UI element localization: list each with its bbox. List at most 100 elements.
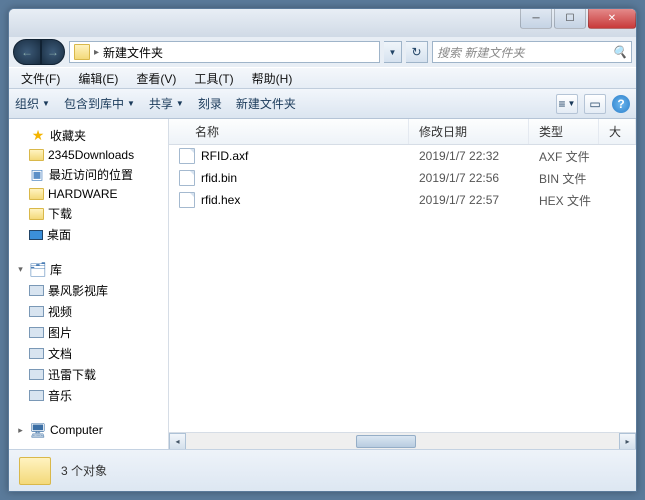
sidebar-label: 暴风影视库 — [48, 282, 108, 299]
close-button[interactable]: ✕ — [588, 9, 636, 29]
library-item-icon — [29, 285, 44, 296]
library-icon: 🗂 — [30, 262, 46, 278]
file-list[interactable]: RFID.axf 2019/1/7 22:32 AXF 文件 rfid.bin … — [169, 145, 636, 432]
column-date[interactable]: 修改日期 — [409, 119, 529, 144]
column-name[interactable]: 名称 — [169, 119, 409, 144]
menu-edit[interactable]: 编辑(E) — [70, 68, 126, 89]
view-mode-button[interactable]: ≡▼ — [556, 94, 578, 114]
library-item-icon — [29, 390, 44, 401]
status-folder-icon — [19, 457, 51, 485]
body: ★ 收藏夹 2345Downloads ▣最近访问的位置 HARDWARE 下载… — [9, 119, 636, 449]
menu-view[interactable]: 查看(V) — [128, 68, 184, 89]
sidebar-label: 库 — [50, 261, 62, 278]
refresh-button[interactable]: ↻ — [406, 41, 428, 63]
nav-buttons: ← → — [13, 39, 65, 65]
sidebar-item-downloads2345[interactable]: 2345Downloads — [9, 146, 168, 164]
file-type: HEX 文件 — [539, 192, 609, 209]
sidebar-label: 最近访问的位置 — [49, 166, 133, 183]
address-bar[interactable]: ▸ 新建文件夹 — [69, 41, 380, 63]
file-name: rfid.bin — [201, 171, 419, 185]
scroll-thumb[interactable] — [356, 435, 416, 448]
menu-help[interactable]: 帮助(H) — [244, 68, 301, 89]
sidebar-item-pictures[interactable]: 图片 — [9, 322, 168, 343]
sidebar-item-documents[interactable]: 文档 — [9, 343, 168, 364]
sidebar-item-recent[interactable]: ▣最近访问的位置 — [9, 164, 168, 185]
computer-icon: 🖥 — [30, 422, 46, 438]
sidebar-item-baofeng[interactable]: 暴风影视库 — [9, 280, 168, 301]
library-item-icon — [29, 348, 44, 359]
file-type: BIN 文件 — [539, 170, 609, 187]
share-button[interactable]: 共享▼ — [149, 95, 184, 112]
address-dropdown[interactable]: ▼ — [384, 41, 402, 63]
expand-icon[interactable] — [15, 130, 26, 141]
sidebar-item-hardware[interactable]: HARDWARE — [9, 185, 168, 203]
sidebar-label: Computer — [50, 423, 103, 437]
star-icon: ★ — [30, 128, 46, 144]
toolbar: 组织▼ 包含到库中▼ 共享▼ 刻录 新建文件夹 ≡▼ ▭ ? — [9, 89, 636, 119]
expand-icon[interactable]: ▸ — [15, 425, 26, 436]
organize-button[interactable]: 组织▼ — [15, 95, 50, 112]
search-placeholder: 搜索 新建文件夹 — [437, 44, 524, 61]
file-date: 2019/1/7 22:56 — [419, 171, 539, 185]
column-type[interactable]: 类型 — [529, 119, 599, 144]
forward-button[interactable]: → — [41, 39, 65, 65]
file-row[interactable]: rfid.hex 2019/1/7 22:57 HEX 文件 — [169, 189, 636, 211]
minimize-button[interactable]: ─ — [520, 9, 552, 29]
titlebar: ─ ☐ ✕ — [9, 9, 636, 37]
file-row[interactable]: RFID.axf 2019/1/7 22:32 AXF 文件 — [169, 145, 636, 167]
sidebar-label: 2345Downloads — [48, 148, 134, 162]
new-folder-button[interactable]: 新建文件夹 — [236, 95, 296, 112]
burn-button[interactable]: 刻录 — [198, 95, 222, 112]
library-item-icon — [29, 327, 44, 338]
navigation-row: ← → ▸ 新建文件夹 ▼ ↻ 搜索 新建文件夹 🔍 — [9, 37, 636, 67]
toolbar-right: ≡▼ ▭ ? — [556, 94, 630, 114]
file-row[interactable]: rfid.bin 2019/1/7 22:56 BIN 文件 — [169, 167, 636, 189]
status-text: 3 个对象 — [61, 462, 107, 479]
sidebar-item-music[interactable]: 音乐 — [9, 385, 168, 406]
sidebar-label: HARDWARE — [48, 187, 118, 201]
maximize-button[interactable]: ☐ — [554, 9, 586, 29]
expand-icon[interactable]: ▾ — [15, 264, 26, 275]
sidebar-item-videos[interactable]: 视频 — [9, 301, 168, 322]
column-headers: 名称 修改日期 类型 大 — [169, 119, 636, 145]
include-library-button[interactable]: 包含到库中▼ — [64, 95, 135, 112]
folder-icon — [29, 188, 44, 200]
sidebar-item-downloads[interactable]: 下载 — [9, 203, 168, 224]
search-icon: 🔍 — [612, 45, 627, 59]
sidebar-favorites[interactable]: ★ 收藏夹 — [9, 125, 168, 146]
scroll-left-button[interactable]: ◂ — [169, 433, 186, 449]
sidebar-item-xunlei[interactable]: 迅雷下载 — [9, 364, 168, 385]
library-item-icon — [29, 369, 44, 380]
horizontal-scrollbar[interactable]: ◂ ▸ — [169, 432, 636, 449]
desktop-icon — [29, 230, 43, 240]
sidebar-libraries[interactable]: ▾ 🗂 库 — [9, 259, 168, 280]
breadcrumb-folder[interactable]: 新建文件夹 — [103, 44, 163, 61]
sidebar-label: 音乐 — [48, 387, 72, 404]
column-size[interactable]: 大 — [599, 119, 636, 144]
folder-icon — [74, 44, 90, 60]
file-name: RFID.axf — [201, 149, 419, 163]
sidebar-label: 下载 — [48, 205, 72, 222]
preview-pane-button[interactable]: ▭ — [584, 94, 606, 114]
sidebar: ★ 收藏夹 2345Downloads ▣最近访问的位置 HARDWARE 下载… — [9, 119, 169, 449]
file-icon — [179, 192, 195, 208]
back-button[interactable]: ← — [13, 39, 41, 65]
scroll-right-button[interactable]: ▸ — [619, 433, 636, 449]
breadcrumb-separator: ▸ — [94, 47, 99, 58]
sidebar-label: 视频 — [48, 303, 72, 320]
file-icon — [179, 170, 195, 186]
content-pane: 名称 修改日期 类型 大 RFID.axf 2019/1/7 22:32 AXF… — [169, 119, 636, 449]
menu-file[interactable]: 文件(F) — [13, 68, 68, 89]
menu-tools[interactable]: 工具(T) — [186, 68, 241, 89]
sidebar-computer[interactable]: ▸ 🖥 Computer — [9, 420, 168, 440]
sidebar-label: 文档 — [48, 345, 72, 362]
window-controls: ─ ☐ ✕ — [518, 9, 636, 29]
file-date: 2019/1/7 22:57 — [419, 193, 539, 207]
sidebar-item-desktop[interactable]: 桌面 — [9, 224, 168, 245]
file-date: 2019/1/7 22:32 — [419, 149, 539, 163]
statusbar: 3 个对象 — [9, 449, 636, 491]
help-icon[interactable]: ? — [612, 95, 630, 113]
sidebar-label: 图片 — [48, 324, 72, 341]
sidebar-label: 迅雷下载 — [48, 366, 96, 383]
search-input[interactable]: 搜索 新建文件夹 🔍 — [432, 41, 632, 63]
